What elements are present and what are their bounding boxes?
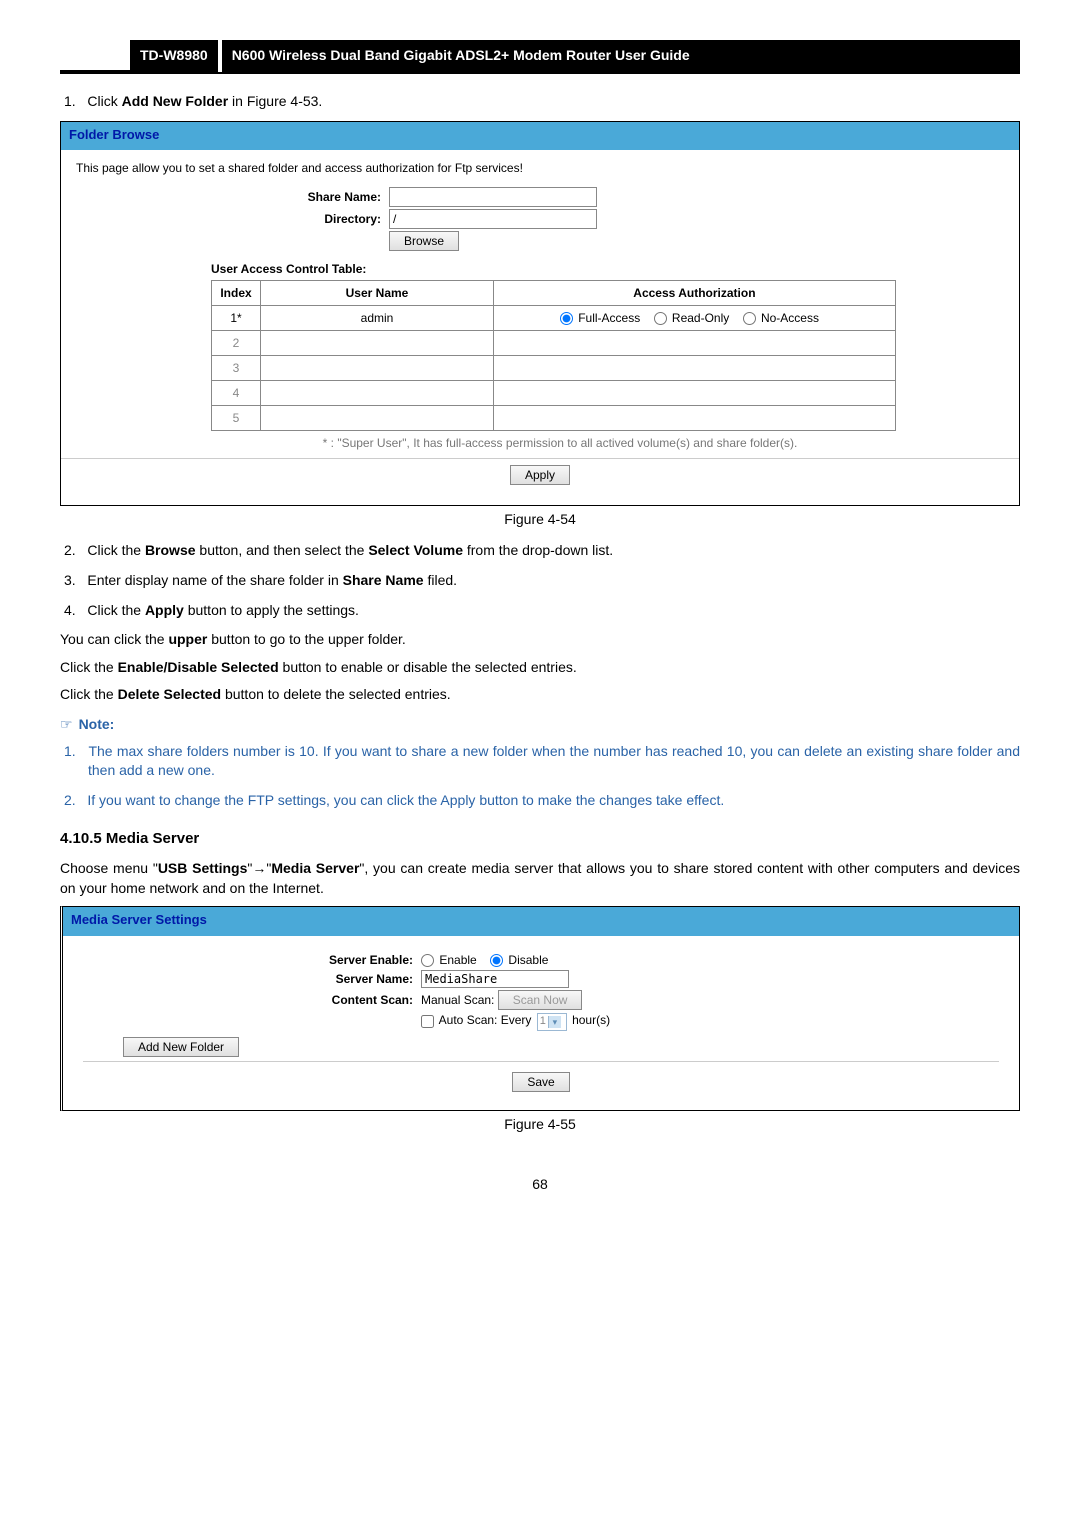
step-3: 3. Enter display name of the share folde… (60, 571, 1020, 591)
cell-access: Full-Access Read-Only No-Access (494, 305, 896, 330)
step1-pre: Click (87, 93, 121, 109)
note-2: 2. If you want to change the FTP setting… (60, 791, 1020, 811)
figure-55-caption: Figure 4-55 (60, 1115, 1020, 1135)
step-1: 1. Click Add New Folder in Figure 4-53. (60, 92, 1020, 112)
enable-label: Enable (439, 953, 476, 967)
no-access-label: No-Access (761, 311, 819, 325)
add-new-folder-button[interactable]: Add New Folder (123, 1037, 239, 1057)
doc-header: TD-W8980 N600 Wireless Dual Band Gigabit… (60, 40, 1020, 74)
read-only-label: Read-Only (672, 311, 729, 325)
server-name-label: Server Name: (83, 971, 421, 988)
cell-username: admin (261, 305, 494, 330)
media-server-header: Media Server Settings (63, 907, 1019, 935)
step-2: 2. Click the Browse button, and then sel… (60, 541, 1020, 561)
page-number: 68 (60, 1175, 1020, 1195)
super-user-footnote: * : "Super User", It has full-access per… (121, 435, 999, 452)
step1-bold: Add New Folder (122, 93, 229, 109)
apply-button[interactable]: Apply (510, 465, 570, 485)
server-name-input[interactable] (421, 970, 569, 988)
no-access-radio[interactable] (743, 312, 756, 325)
header-spacer (60, 40, 130, 72)
para-upper: You can click the upper button to go to … (60, 630, 1020, 650)
user-access-table: Index User Name Access Authorization 1* … (211, 280, 896, 431)
col-access: Access Authorization (494, 280, 896, 305)
manual-scan-label: Manual Scan: (421, 993, 494, 1007)
cell-index: 1* (212, 305, 261, 330)
browse-button[interactable]: Browse (389, 231, 459, 251)
auto-scan-checkbox[interactable] (421, 1015, 434, 1028)
col-username: User Name (261, 280, 494, 305)
figure-54-caption: Figure 4-54 (60, 510, 1020, 530)
share-name-input[interactable] (389, 187, 597, 207)
chevron-down-icon: ▾ (548, 1016, 561, 1029)
table-row: 5 (212, 405, 896, 430)
table-row: 2 (212, 330, 896, 355)
server-disable-radio[interactable] (490, 954, 503, 967)
share-name-label: Share Name: (121, 189, 389, 206)
folder-browse-desc: This page allow you to set a shared fold… (76, 160, 999, 177)
read-only-radio[interactable] (654, 312, 667, 325)
doc-title: N600 Wireless Dual Band Gigabit ADSL2+ M… (222, 40, 1020, 72)
col-index: Index (212, 280, 261, 305)
table-row: 3 (212, 355, 896, 380)
figure-media-server: Media Server Settings Server Enable: Ena… (60, 906, 1020, 1111)
step-4: 4. Click the Apply button to apply the s… (60, 601, 1020, 621)
auto-scan-post: hour(s) (572, 1013, 610, 1027)
note-heading: ☞Note: (60, 715, 1020, 736)
para-delete: Click the Delete Selected button to dele… (60, 685, 1020, 705)
content-scan-label: Content Scan: (83, 992, 421, 1009)
table-row: 4 (212, 380, 896, 405)
scan-now-button[interactable]: Scan Now (498, 990, 583, 1010)
directory-input[interactable] (389, 209, 597, 229)
model-badge: TD-W8980 (130, 40, 218, 72)
full-access-radio[interactable] (560, 312, 573, 325)
step1-post: in Figure 4-53. (228, 93, 322, 109)
pointing-hand-icon: ☞ (60, 717, 73, 733)
full-access-label: Full-Access (578, 311, 640, 325)
server-enable-label: Server Enable: (83, 952, 421, 969)
note-1: 1. The max share folders number is 10. I… (60, 742, 1020, 781)
auto-scan-pre: Auto Scan: Every (439, 1013, 532, 1027)
auto-scan-interval-select[interactable]: 1 ▾ (537, 1013, 567, 1031)
server-enable-radio[interactable] (421, 954, 434, 967)
folder-browse-header: Folder Browse (61, 122, 1019, 150)
media-server-intro: Choose menu "USB Settings"→"Media Server… (60, 859, 1020, 898)
table-row: 1* admin Full-Access Read-Only No-Access (212, 305, 896, 330)
figure-folder-browse: Folder Browse This page allow you to set… (60, 121, 1020, 506)
disable-label: Disable (508, 953, 548, 967)
save-button[interactable]: Save (512, 1072, 569, 1092)
section-4-10-5-heading: 4.10.5 Media Server (60, 828, 1020, 849)
para-enable-disable: Click the Enable/Disable Selected button… (60, 658, 1020, 678)
directory-label: Directory: (121, 211, 389, 228)
uact-label: User Access Control Table: (211, 261, 999, 278)
